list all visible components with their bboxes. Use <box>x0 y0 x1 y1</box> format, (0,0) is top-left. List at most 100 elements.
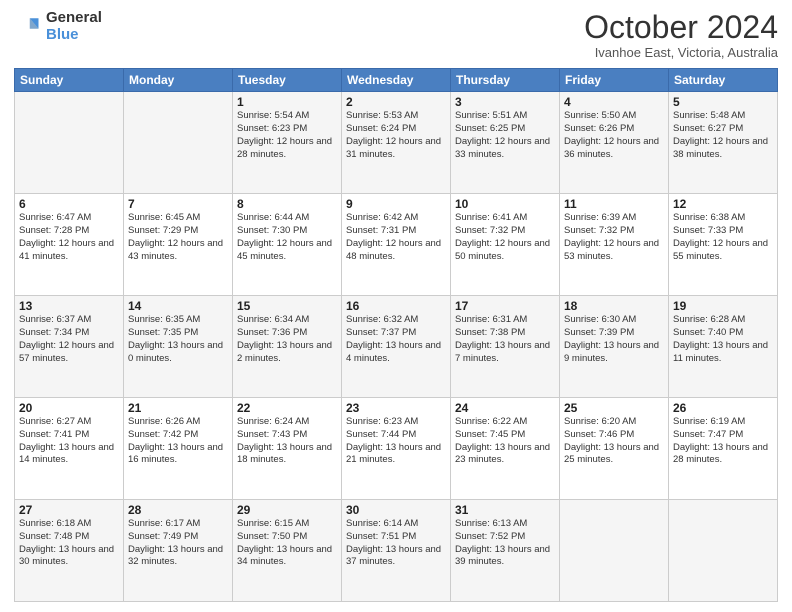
day-number: 13 <box>19 299 119 313</box>
day-number: 1 <box>237 95 337 109</box>
day-number: 25 <box>564 401 664 415</box>
day-info: Sunrise: 6:13 AMSunset: 7:52 PMDaylight:… <box>455 518 555 569</box>
day-info: Sunrise: 6:14 AMSunset: 7:51 PMDaylight:… <box>346 518 446 569</box>
calendar-cell: 24Sunrise: 6:22 AMSunset: 7:45 PMDayligh… <box>451 398 560 500</box>
calendar-week-row: 13Sunrise: 6:37 AMSunset: 7:34 PMDayligh… <box>15 296 778 398</box>
calendar-cell: 30Sunrise: 6:14 AMSunset: 7:51 PMDayligh… <box>342 500 451 602</box>
day-number: 17 <box>455 299 555 313</box>
day-info: Sunrise: 6:24 AMSunset: 7:43 PMDaylight:… <box>237 416 337 467</box>
day-number: 28 <box>128 503 228 517</box>
day-number: 30 <box>346 503 446 517</box>
logo-text: General Blue <box>46 10 102 43</box>
day-number: 6 <box>19 197 119 211</box>
day-number: 16 <box>346 299 446 313</box>
day-info: Sunrise: 6:18 AMSunset: 7:48 PMDaylight:… <box>19 518 119 569</box>
day-info: Sunrise: 6:34 AMSunset: 7:36 PMDaylight:… <box>237 314 337 365</box>
calendar-cell: 16Sunrise: 6:32 AMSunset: 7:37 PMDayligh… <box>342 296 451 398</box>
day-number: 4 <box>564 95 664 109</box>
day-number: 2 <box>346 95 446 109</box>
calendar-cell: 5Sunrise: 5:48 AMSunset: 6:27 PMDaylight… <box>669 92 778 194</box>
day-info: Sunrise: 6:31 AMSunset: 7:38 PMDaylight:… <box>455 314 555 365</box>
day-info: Sunrise: 6:20 AMSunset: 7:46 PMDaylight:… <box>564 416 664 467</box>
day-info: Sunrise: 6:22 AMSunset: 7:45 PMDaylight:… <box>455 416 555 467</box>
calendar-cell: 29Sunrise: 6:15 AMSunset: 7:50 PMDayligh… <box>233 500 342 602</box>
calendar-week-row: 1Sunrise: 5:54 AMSunset: 6:23 PMDaylight… <box>15 92 778 194</box>
day-info: Sunrise: 6:42 AMSunset: 7:31 PMDaylight:… <box>346 212 446 263</box>
day-number: 27 <box>19 503 119 517</box>
calendar-cell: 27Sunrise: 6:18 AMSunset: 7:48 PMDayligh… <box>15 500 124 602</box>
main-title: October 2024 <box>584 10 778 45</box>
day-number: 11 <box>564 197 664 211</box>
calendar-cell: 20Sunrise: 6:27 AMSunset: 7:41 PMDayligh… <box>15 398 124 500</box>
calendar-cell: 15Sunrise: 6:34 AMSunset: 7:36 PMDayligh… <box>233 296 342 398</box>
calendar-cell: 3Sunrise: 5:51 AMSunset: 6:25 PMDaylight… <box>451 92 560 194</box>
calendar-cell: 23Sunrise: 6:23 AMSunset: 7:44 PMDayligh… <box>342 398 451 500</box>
day-info: Sunrise: 6:44 AMSunset: 7:30 PMDaylight:… <box>237 212 337 263</box>
day-header-tuesday: Tuesday <box>233 69 342 92</box>
day-info: Sunrise: 6:47 AMSunset: 7:28 PMDaylight:… <box>19 212 119 263</box>
day-number: 8 <box>237 197 337 211</box>
calendar-cell: 10Sunrise: 6:41 AMSunset: 7:32 PMDayligh… <box>451 194 560 296</box>
day-info: Sunrise: 5:50 AMSunset: 6:26 PMDaylight:… <box>564 110 664 161</box>
day-info: Sunrise: 6:41 AMSunset: 7:32 PMDaylight:… <box>455 212 555 263</box>
day-number: 23 <box>346 401 446 415</box>
calendar-cell: 22Sunrise: 6:24 AMSunset: 7:43 PMDayligh… <box>233 398 342 500</box>
day-number: 5 <box>673 95 773 109</box>
title-block: October 2024 Ivanhoe East, Victoria, Aus… <box>584 10 778 60</box>
calendar-cell <box>124 92 233 194</box>
day-info: Sunrise: 6:30 AMSunset: 7:39 PMDaylight:… <box>564 314 664 365</box>
day-info: Sunrise: 6:15 AMSunset: 7:50 PMDaylight:… <box>237 518 337 569</box>
calendar-cell: 4Sunrise: 5:50 AMSunset: 6:26 PMDaylight… <box>560 92 669 194</box>
day-number: 15 <box>237 299 337 313</box>
calendar-cell: 31Sunrise: 6:13 AMSunset: 7:52 PMDayligh… <box>451 500 560 602</box>
logo-blue-text: Blue <box>46 27 102 44</box>
calendar-cell: 14Sunrise: 6:35 AMSunset: 7:35 PMDayligh… <box>124 296 233 398</box>
calendar-cell: 18Sunrise: 6:30 AMSunset: 7:39 PMDayligh… <box>560 296 669 398</box>
calendar-cell: 7Sunrise: 6:45 AMSunset: 7:29 PMDaylight… <box>124 194 233 296</box>
day-info: Sunrise: 5:54 AMSunset: 6:23 PMDaylight:… <box>237 110 337 161</box>
calendar-cell: 19Sunrise: 6:28 AMSunset: 7:40 PMDayligh… <box>669 296 778 398</box>
calendar-cell: 1Sunrise: 5:54 AMSunset: 6:23 PMDaylight… <box>233 92 342 194</box>
calendar-cell: 13Sunrise: 6:37 AMSunset: 7:34 PMDayligh… <box>15 296 124 398</box>
calendar-cell: 6Sunrise: 6:47 AMSunset: 7:28 PMDaylight… <box>15 194 124 296</box>
logo: General Blue <box>14 10 102 43</box>
calendar-cell: 28Sunrise: 6:17 AMSunset: 7:49 PMDayligh… <box>124 500 233 602</box>
calendar-cell: 25Sunrise: 6:20 AMSunset: 7:46 PMDayligh… <box>560 398 669 500</box>
calendar-cell <box>15 92 124 194</box>
calendar-cell: 17Sunrise: 6:31 AMSunset: 7:38 PMDayligh… <box>451 296 560 398</box>
day-info: Sunrise: 6:28 AMSunset: 7:40 PMDaylight:… <box>673 314 773 365</box>
day-info: Sunrise: 5:48 AMSunset: 6:27 PMDaylight:… <box>673 110 773 161</box>
day-info: Sunrise: 6:23 AMSunset: 7:44 PMDaylight:… <box>346 416 446 467</box>
calendar-week-row: 6Sunrise: 6:47 AMSunset: 7:28 PMDaylight… <box>15 194 778 296</box>
day-number: 21 <box>128 401 228 415</box>
logo-general-text: General <box>46 10 102 27</box>
header: General Blue October 2024 Ivanhoe East, … <box>14 10 778 60</box>
day-header-monday: Monday <box>124 69 233 92</box>
page: General Blue October 2024 Ivanhoe East, … <box>0 0 792 612</box>
day-info: Sunrise: 6:45 AMSunset: 7:29 PMDaylight:… <box>128 212 228 263</box>
calendar-week-row: 27Sunrise: 6:18 AMSunset: 7:48 PMDayligh… <box>15 500 778 602</box>
day-info: Sunrise: 6:27 AMSunset: 7:41 PMDaylight:… <box>19 416 119 467</box>
day-info: Sunrise: 6:38 AMSunset: 7:33 PMDaylight:… <box>673 212 773 263</box>
day-info: Sunrise: 6:39 AMSunset: 7:32 PMDaylight:… <box>564 212 664 263</box>
day-info: Sunrise: 5:53 AMSunset: 6:24 PMDaylight:… <box>346 110 446 161</box>
day-header-wednesday: Wednesday <box>342 69 451 92</box>
calendar-cell: 9Sunrise: 6:42 AMSunset: 7:31 PMDaylight… <box>342 194 451 296</box>
subtitle: Ivanhoe East, Victoria, Australia <box>584 45 778 60</box>
day-number: 19 <box>673 299 773 313</box>
calendar-cell: 26Sunrise: 6:19 AMSunset: 7:47 PMDayligh… <box>669 398 778 500</box>
day-number: 3 <box>455 95 555 109</box>
header-row: SundayMondayTuesdayWednesdayThursdayFrid… <box>15 69 778 92</box>
day-info: Sunrise: 5:51 AMSunset: 6:25 PMDaylight:… <box>455 110 555 161</box>
day-number: 14 <box>128 299 228 313</box>
day-info: Sunrise: 6:26 AMSunset: 7:42 PMDaylight:… <box>128 416 228 467</box>
day-number: 20 <box>19 401 119 415</box>
day-number: 31 <box>455 503 555 517</box>
day-header-friday: Friday <box>560 69 669 92</box>
day-info: Sunrise: 6:17 AMSunset: 7:49 PMDaylight:… <box>128 518 228 569</box>
day-number: 29 <box>237 503 337 517</box>
day-info: Sunrise: 6:35 AMSunset: 7:35 PMDaylight:… <box>128 314 228 365</box>
calendar-cell: 12Sunrise: 6:38 AMSunset: 7:33 PMDayligh… <box>669 194 778 296</box>
calendar-cell: 2Sunrise: 5:53 AMSunset: 6:24 PMDaylight… <box>342 92 451 194</box>
day-header-sunday: Sunday <box>15 69 124 92</box>
